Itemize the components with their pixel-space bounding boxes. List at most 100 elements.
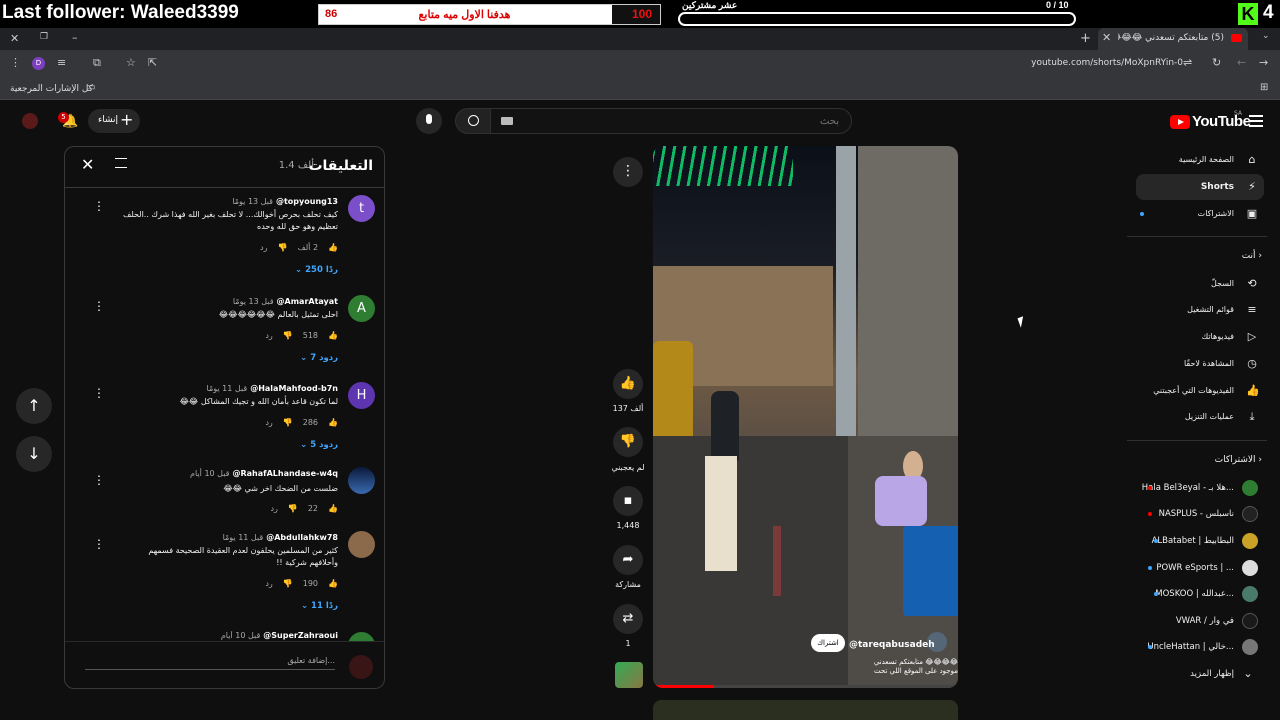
bookmark-star-icon[interactable]: ☆ bbox=[126, 56, 136, 69]
next-short-button[interactable]: ↓ bbox=[16, 436, 52, 472]
subscribe-button[interactable]: اشتراك bbox=[811, 634, 845, 652]
reply-button[interactable]: رد bbox=[265, 579, 272, 588]
remix-button[interactable]: ⇄ bbox=[613, 604, 643, 634]
video-progress-bar[interactable] bbox=[653, 685, 958, 688]
more-options-button[interactable]: ⋮ bbox=[613, 157, 643, 187]
sound-thumbnail[interactable] bbox=[615, 662, 643, 688]
sidebar-item-history[interactable]: السجلّ ⟲ bbox=[1136, 271, 1264, 297]
like-comment-icon[interactable]: 👍 bbox=[328, 418, 338, 427]
commenter-avatar[interactable]: H bbox=[348, 382, 375, 409]
tab-close-icon[interactable]: ✕ bbox=[1102, 31, 1111, 44]
view-replies-button[interactable]: ⌄ 11 ردًا bbox=[301, 601, 338, 611]
forward-icon[interactable]: ← bbox=[1237, 56, 1246, 69]
commenter-avatar[interactable]: A bbox=[348, 295, 375, 322]
site-info-icon[interactable]: ⇌ bbox=[1183, 56, 1192, 69]
comment-menu-icon[interactable]: ⋮ bbox=[93, 537, 105, 551]
comment-menu-icon[interactable]: ⋮ bbox=[93, 473, 105, 487]
subscription-item[interactable]: MOSKOO | عبدالله... bbox=[1134, 581, 1264, 607]
subscription-item[interactable]: ALBatabet | البطابيط bbox=[1134, 528, 1264, 554]
comments-button[interactable]: ▪ bbox=[613, 486, 643, 516]
search-input[interactable] bbox=[499, 113, 839, 129]
dislike-button[interactable]: 👎 bbox=[613, 427, 643, 457]
comment-menu-icon[interactable]: ⋮ bbox=[93, 386, 105, 400]
comment-author[interactable]: قبل 11 يومًا @HalaMahfood-b7n bbox=[207, 384, 338, 393]
comment-menu-icon[interactable]: ⋮ bbox=[93, 199, 105, 213]
subscription-item[interactable]: NASPLUS - ناسبلس bbox=[1134, 501, 1264, 527]
tab-search-icon[interactable]: ⌄ bbox=[1262, 31, 1270, 41]
dislike-comment-icon[interactable]: 👎 bbox=[283, 579, 293, 588]
window-minimize-icon[interactable]: – bbox=[72, 31, 78, 44]
reply-button[interactable]: رد bbox=[265, 418, 272, 427]
create-button[interactable]: إنشاء + bbox=[88, 109, 140, 133]
view-replies-button[interactable]: ⌄ 7 ردود bbox=[300, 353, 338, 363]
window-close-icon[interactable]: ✕ bbox=[10, 32, 19, 45]
reload-icon[interactable]: ↻ bbox=[1212, 56, 1221, 69]
comment-author[interactable]: قبل 11 يومًا @Abdullahkw78 bbox=[223, 533, 338, 542]
like-comment-icon[interactable]: 👍 bbox=[328, 579, 338, 588]
extensions-icon[interactable]: ⧉ bbox=[93, 56, 101, 70]
reply-button[interactable]: رد bbox=[260, 243, 267, 252]
like-comment-icon[interactable]: 👍 bbox=[328, 331, 338, 340]
browser-menu-icon[interactable]: ⋮ bbox=[10, 56, 21, 69]
back-icon[interactable]: → bbox=[1259, 56, 1268, 69]
subscription-item[interactable]: Hala Bel3eyal - هلا بـ... bbox=[1134, 475, 1264, 501]
comment-menu-icon[interactable]: ⋮ bbox=[93, 299, 105, 313]
bookmarks-folder-icon[interactable]: ▭ bbox=[86, 82, 95, 93]
dislike-comment-icon[interactable]: 👎 bbox=[283, 418, 293, 427]
shorts-video-player[interactable]: @tareqabusadeh اشتراك متابعتكم تسعدني 😂😂… bbox=[653, 146, 958, 688]
sidebar-you-header[interactable]: أنت › bbox=[1242, 251, 1262, 261]
add-comment-input[interactable]: إضافة تعليق... bbox=[85, 656, 335, 670]
search-button[interactable] bbox=[455, 108, 491, 134]
new-tab-icon[interactable]: + bbox=[1080, 31, 1091, 46]
sidebar-item-playlists[interactable]: قوائم التشغيل ≡ bbox=[1136, 297, 1264, 323]
sort-comments-icon[interactable] bbox=[115, 158, 127, 168]
install-app-icon[interactable]: ⇱ bbox=[148, 56, 157, 69]
keyboard-icon[interactable] bbox=[501, 117, 513, 125]
subscription-item[interactable]: UncleHattan | خالي... bbox=[1134, 634, 1264, 660]
commenter-avatar[interactable] bbox=[348, 467, 375, 494]
channel-name[interactable]: @tareqabusadeh bbox=[849, 640, 935, 650]
subscription-item[interactable]: POWR eSports | ... bbox=[1134, 555, 1264, 581]
guide-menu-icon[interactable] bbox=[1249, 115, 1263, 127]
address-bar[interactable]: youtube.com/shorts/MoXpnRYin-0 bbox=[945, 58, 1183, 71]
profile-avatar[interactable]: D bbox=[32, 57, 45, 70]
share-button[interactable]: ➦ bbox=[613, 545, 643, 575]
apps-grid-icon[interactable]: ⊞ bbox=[1260, 82, 1268, 93]
dislike-comment-icon[interactable]: 👎 bbox=[277, 243, 287, 252]
view-replies-button[interactable]: ⌄ 250 ردًا bbox=[295, 265, 338, 275]
sidebar-item-downloads[interactable]: عمليات التنزيل ⤓ bbox=[1136, 404, 1264, 430]
commenter-avatar[interactable] bbox=[348, 632, 375, 641]
like-button[interactable]: 👍 bbox=[613, 369, 643, 399]
sidebar-item-home[interactable]: الصفحة الرئيسية ⌂ bbox=[1136, 147, 1264, 173]
all-bookmarks-label[interactable]: كل الإشارات المرجعية bbox=[10, 84, 93, 94]
sidebar-item-shorts[interactable]: Shorts ⚡ bbox=[1136, 174, 1264, 200]
comment-author[interactable]: قبل 13 يومًا @AmarAtayat bbox=[233, 297, 338, 306]
comment-author[interactable]: قبل 10 أيام @RahafALhandase-w4q bbox=[190, 469, 338, 478]
like-comment-icon[interactable]: 👍 bbox=[328, 243, 338, 252]
like-comment-icon[interactable]: 👍 bbox=[328, 504, 338, 513]
reply-button[interactable]: رد bbox=[270, 504, 277, 513]
account-avatar[interactable] bbox=[22, 113, 38, 129]
sidebar-item-subscriptions[interactable]: الاشتراكات ▣ bbox=[1136, 201, 1264, 227]
comment-author[interactable]: قبل 13 يومًا @topyoung13 bbox=[232, 197, 338, 206]
sidebar-subs-header[interactable]: الاشتراكات › bbox=[1215, 455, 1262, 465]
sidebar-item-watch-later[interactable]: المشاهدة لاحقًا ◷ bbox=[1136, 351, 1264, 377]
sidebar-item-liked-videos[interactable]: الفيديوهات التي أعجبتني 👍 bbox=[1136, 378, 1264, 404]
commenter-avatar[interactable] bbox=[348, 531, 375, 558]
sidebar-item-your-videos[interactable]: فيديوهاتك ▷ bbox=[1136, 324, 1264, 350]
close-comments-icon[interactable]: ✕ bbox=[81, 155, 94, 174]
show-more-button[interactable]: إظهار المزيد ⌄ bbox=[1134, 661, 1264, 687]
commenter-avatar[interactable]: t bbox=[348, 195, 375, 222]
subscription-item[interactable]: VWAR / في وار bbox=[1134, 608, 1264, 634]
comment-author[interactable]: قبل 10 أيام @SuperZahraoui bbox=[221, 631, 338, 640]
next-short-preview[interactable] bbox=[653, 700, 958, 720]
dislike-comment-icon[interactable]: 👎 bbox=[283, 331, 293, 340]
voice-search-button[interactable] bbox=[416, 108, 442, 134]
reply-button[interactable]: رد bbox=[265, 331, 272, 340]
previous-short-button[interactable]: ↑ bbox=[16, 388, 52, 424]
media-control-icon[interactable]: ≡ bbox=[57, 56, 66, 69]
window-restore-icon[interactable]: ❐ bbox=[40, 32, 48, 42]
view-replies-button[interactable]: ⌄ 5 ردود bbox=[300, 440, 338, 450]
browser-tab[interactable]: ✕ (5) متابعتكم تسعدني 😂😂😂 #اكسبلور bbox=[1098, 28, 1248, 50]
dislike-comment-icon[interactable]: 👎 bbox=[288, 504, 298, 513]
